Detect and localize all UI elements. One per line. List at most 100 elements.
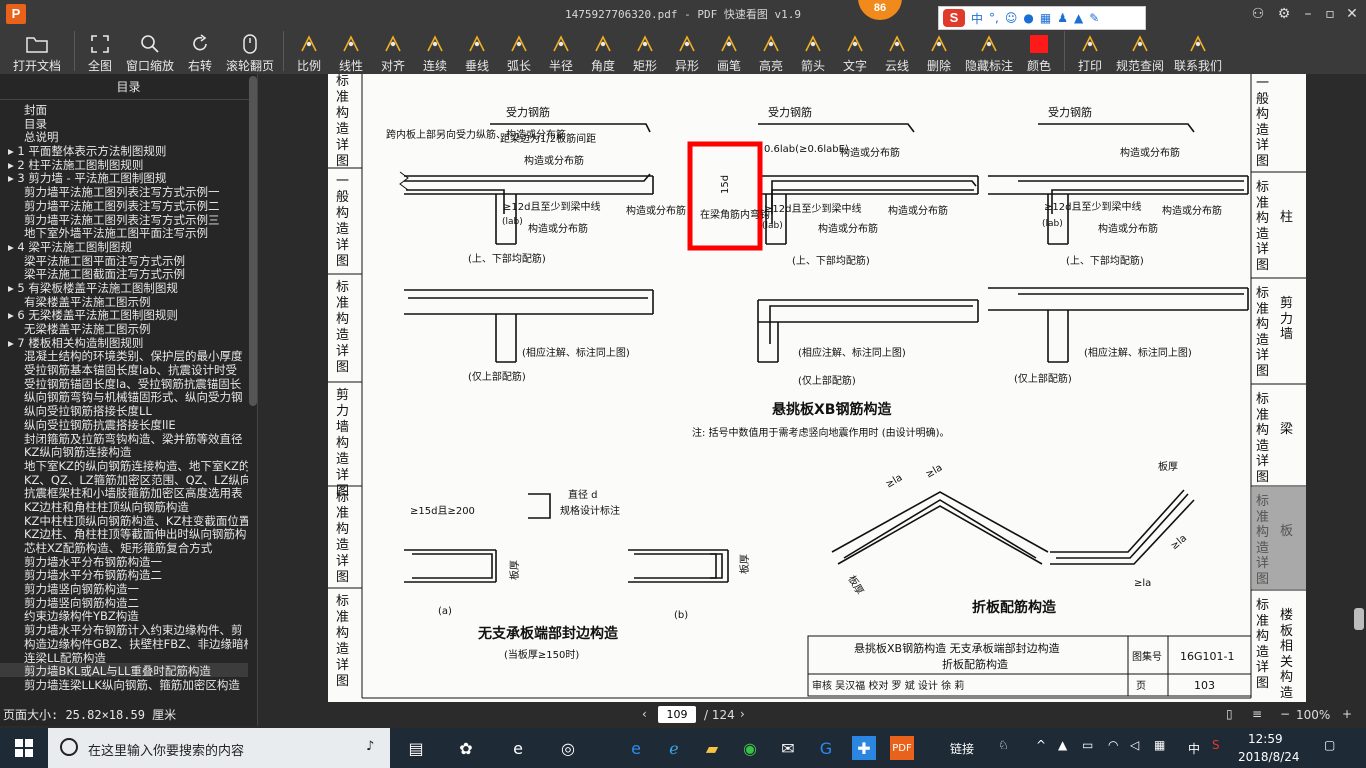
settings-icon[interactable]: ⚙	[1274, 4, 1294, 24]
ie-icon[interactable]: e	[506, 736, 530, 760]
toc-item[interactable]: 剪力墙连梁LLK纵向钢筋、箍筋加密区构造	[0, 677, 248, 691]
toc-item[interactable]: KZ、QZ、LZ箍筋加密区范围、QZ、LZ纵向钢	[0, 472, 248, 486]
toc-item[interactable]: 无梁楼盖平法施工图示例	[0, 321, 248, 335]
toolbar-hilite-button[interactable]: 高亮	[750, 28, 792, 74]
taskbar-search[interactable]: 在这里输入你要搜索的内容 ♪	[48, 728, 390, 768]
notification-icon[interactable]: ▢	[1324, 738, 1335, 752]
toolbar-color-button[interactable]: 颜色	[1018, 28, 1060, 74]
toc-item[interactable]: 封面	[0, 102, 248, 116]
ime-tray[interactable]: 中	[1188, 740, 1200, 757]
toolbar-print-button[interactable]: 打印	[1069, 28, 1111, 74]
toc-item[interactable]: 剪力墙竖向钢筋构造二	[0, 595, 248, 609]
task-view-icon[interactable]: ▤	[404, 736, 428, 760]
clock-date[interactable]: 2018/8/24	[1238, 750, 1300, 764]
volume-icon[interactable]: ◁	[1130, 738, 1139, 752]
ime-mode[interactable]: 中	[971, 10, 983, 27]
side-tab[interactable]: 标准构造详图 楼板相关构造	[1256, 598, 1306, 701]
toolbar-rect-button[interactable]: 矩形	[624, 28, 666, 74]
toolbar-hide-button[interactable]: 隐藏标注	[960, 28, 1018, 74]
toolbar-fit-button[interactable]: 全图	[79, 28, 121, 74]
tray-link-label[interactable]: 链接	[950, 740, 974, 757]
tray-expand-icon[interactable]: ^	[1036, 738, 1046, 752]
toc-item[interactable]: 剪力墙平法施工图列表注写方式示例一	[0, 184, 248, 198]
toolbar-radius-button[interactable]: 半径	[540, 28, 582, 74]
toolbar-align-button[interactable]: 对齐	[372, 28, 414, 74]
toolbar-open-button[interactable]: 打开文档	[4, 28, 70, 74]
toolbar-cont-button[interactable]: 连续	[414, 28, 456, 74]
edge-icon[interactable]: e	[624, 736, 648, 760]
toc-item[interactable]: 梁平法施工图平面注写方式示例	[0, 253, 248, 267]
toc-item[interactable]: 约束边缘构件YBZ构造	[0, 608, 248, 622]
toolbar-angle-button[interactable]: 角度	[582, 28, 624, 74]
prev-page-icon[interactable]: ‹	[642, 707, 647, 721]
browser-app-icon[interactable]: ◎	[556, 736, 580, 760]
toolbar-norms-button[interactable]: 规范查阅	[1111, 28, 1169, 74]
toc-item[interactable]: 纵向受拉钢筋抗震搭接长度llE	[0, 417, 248, 431]
toc-item[interactable]: ▸ 2 柱平法施工图制图规则	[0, 157, 248, 171]
toolbar-zoomwin-button[interactable]: 窗口缩放	[121, 28, 179, 74]
sogou-logo-icon[interactable]: S	[943, 9, 965, 27]
battery-icon[interactable]: ▭	[1082, 738, 1093, 752]
toc-item[interactable]: ▸ 3 剪力墙 - 平法施工图制图规	[0, 170, 248, 184]
toc-item[interactable]: ▸ 1 平面整体表示方法制图规则	[0, 143, 248, 157]
toolbar-perp-button[interactable]: 垂线	[456, 28, 498, 74]
minimize-icon[interactable]: –	[1298, 4, 1318, 24]
toc-item[interactable]: KZ边柱、角柱柱顶等截面伸出时纵向钢筋构	[0, 526, 248, 540]
maximize-icon[interactable]: ▫	[1320, 4, 1340, 24]
add-app-icon[interactable]: ✚	[852, 736, 876, 760]
360-icon[interactable]: ◉	[738, 736, 762, 760]
wifi-icon[interactable]: ◠	[1108, 738, 1118, 752]
close-icon[interactable]: ✕	[1342, 4, 1362, 24]
side-tab[interactable]: 标准构造详图柱	[1256, 180, 1306, 274]
toolbar-contact-button[interactable]: 联系我们	[1169, 28, 1227, 74]
toc-item[interactable]: 总说明	[0, 129, 248, 143]
toc-item[interactable]: 地下室KZ的纵向钢筋连接构造、地下室KZ的	[0, 458, 248, 472]
toolbar-text-button[interactable]: 文字	[834, 28, 876, 74]
toc-item[interactable]: 受拉钢筋基本锚固长度lab、抗震设计时受	[0, 362, 248, 376]
toc-item[interactable]: 有梁楼盖平法施工图示例	[0, 294, 248, 308]
toc-item[interactable]: 目录	[0, 116, 248, 130]
toc-item[interactable]: KZ边柱和角柱柱顶纵向钢筋构造	[0, 499, 248, 513]
toc-item[interactable]: 抗震框架柱和小墙肢箍筋加密区高度选用表	[0, 485, 248, 499]
ie-blue-icon[interactable]: ℯ	[662, 736, 686, 760]
file-explorer-icon[interactable]: ▰	[700, 736, 724, 760]
toc-item[interactable]: 受拉钢筋锚固长度la、受拉钢筋抗震锚固长	[0, 376, 248, 390]
side-tab[interactable]: 标准构造详图梁	[1256, 392, 1306, 486]
toc-item[interactable]: 连梁LL配筋构造	[0, 650, 248, 664]
windows-start-icon[interactable]	[12, 736, 36, 760]
user-icon[interactable]: ⚇	[1248, 4, 1268, 24]
mic-icon[interactable]: ●	[1023, 11, 1033, 25]
keyboard-icon[interactable]: ▦	[1040, 11, 1051, 25]
toolbar-scroll-button[interactable]: 滚轮翻页	[221, 28, 279, 74]
wrench-icon[interactable]: ✎	[1089, 11, 1099, 25]
single-page-icon[interactable]: ▯	[1226, 707, 1233, 721]
pdf-viewer-taskbar-icon[interactable]: PDF	[890, 736, 914, 760]
people-icon[interactable]: ♘	[998, 738, 1009, 752]
skin-icon[interactable]: ▲	[1074, 11, 1083, 25]
toolbar-arrow-button[interactable]: 箭头	[792, 28, 834, 74]
toc-item[interactable]: 剪力墙平法施工图列表注写方式示例二	[0, 198, 248, 212]
toc-item[interactable]: ▸ 6 无梁楼盖平法施工图制图规则	[0, 307, 248, 321]
side-tab[interactable]: 一般构造详图	[1256, 76, 1306, 170]
mic-icon[interactable]: ♪	[366, 739, 374, 754]
toc-item[interactable]: 剪力墙水平分布钢筋构造一	[0, 554, 248, 568]
side-tab[interactable]: 标准构造详图 剪力墙	[1256, 286, 1306, 380]
tray-app-icon[interactable]: ▲	[1058, 738, 1067, 752]
toc-item[interactable]: ▸ 7 楼板相关构造制图规则	[0, 335, 248, 349]
zoom-out-icon[interactable]: −	[1280, 707, 1290, 721]
g-app-icon[interactable]: G	[814, 736, 838, 760]
fan-app-icon[interactable]: ✿	[454, 736, 478, 760]
toc-item[interactable]: KZ纵向钢筋连接构造	[0, 444, 248, 458]
toc-item[interactable]: 地下室外墙平法施工图平面注写示例	[0, 225, 248, 239]
toolbar-scale-button[interactable]: 比例	[288, 28, 330, 74]
toolbar-linear-button[interactable]: 线性	[330, 28, 372, 74]
toc-item[interactable]: 构造边缘构件GBZ、扶壁柱FBZ、非边缘暗柱	[0, 636, 248, 650]
toc-item[interactable]: 剪力墙平法施工图列表注写方式示例三	[0, 212, 248, 226]
toc-item[interactable]: ▸ 5 有梁板楼盖平法施工图制图规	[0, 280, 248, 294]
toolbar-cloud-button[interactable]: 云线	[876, 28, 918, 74]
toc-item[interactable]: 剪力墙水平分布钢筋构造二	[0, 567, 248, 581]
toc-item[interactable]: 芯柱XZ配筋构造、矩形箍筋复合方式	[0, 540, 248, 554]
toc-item[interactable]: KZ中柱柱顶纵向钢筋构造、KZ柱变截面位置	[0, 513, 248, 527]
toolbar-pen-button[interactable]: 画笔	[708, 28, 750, 74]
toc-item[interactable]: 封闭箍筋及拉筋弯钩构造、梁并筋等效直径	[0, 431, 248, 445]
